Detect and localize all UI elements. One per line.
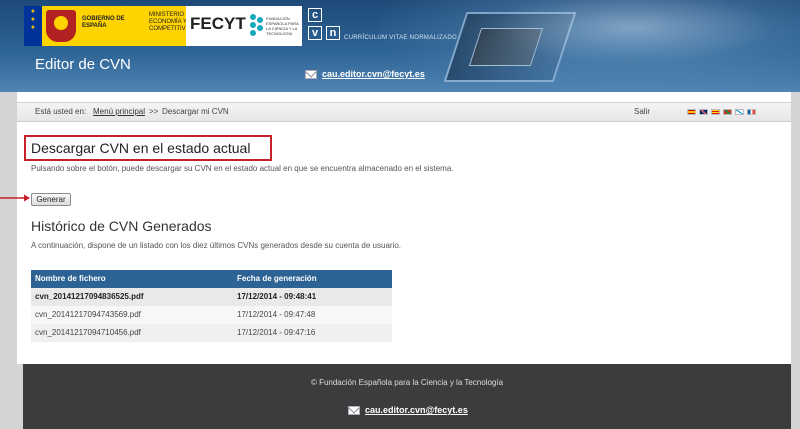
footer-email-text[interactable]: cau.editor.cvn@fecyt.es: [365, 405, 468, 415]
table-row[interactable]: cvn_20141217094836525.pdf 17/12/2014 - 0…: [31, 288, 392, 306]
processor-chip-graphic: [443, 12, 577, 82]
header-contact-link[interactable]: cau.editor.cvn@fecyt.es: [305, 69, 425, 79]
annotation-arrow-icon: [0, 194, 30, 202]
column-header-file: Nombre de fichero: [35, 274, 106, 283]
mail-icon: [348, 405, 360, 415]
date-cell: 17/12/2014 - 09:48:41: [237, 292, 317, 301]
download-section-title: Descargar CVN en el estado actual: [31, 140, 251, 156]
fecyt-subtitle: FUNDACIÓN ESPAÑOLA PARA LA CIENCIA Y LA …: [266, 16, 299, 36]
footer-contact-link[interactable]: cau.editor.cvn@fecyt.es: [348, 405, 468, 415]
table-header: Nombre de fichero Fecha de generación: [31, 270, 392, 288]
main-content: Está usted en: Menú principal >> Descarg…: [17, 92, 791, 364]
table-row[interactable]: cvn_20141217094710456.pdf 17/12/2014 - 0…: [31, 324, 392, 342]
coat-of-arms-icon: [46, 10, 76, 42]
download-description: Pulsando sobre el botón, puede descargar…: [31, 164, 454, 173]
eu-flag-icon[interactable]: [723, 109, 732, 115]
history-description: A continuación, dispone de un listado co…: [31, 241, 402, 250]
file-name-cell[interactable]: cvn_20141217094743569.pdf: [31, 306, 237, 324]
gobierno-text: GOBIERNO DE ESPAÑA: [82, 16, 125, 29]
file-name-cell[interactable]: cvn_20141217094710456.pdf: [31, 324, 237, 342]
table-row[interactable]: cvn_20141217094743569.pdf 17/12/2014 - 0…: [31, 306, 392, 324]
date-cell: 17/12/2014 - 09:47:16: [237, 328, 316, 337]
header-email-text[interactable]: cau.editor.cvn@fecyt.es: [322, 69, 425, 79]
generar-button[interactable]: Generar: [31, 193, 71, 206]
history-table: Nombre de fichero Fecha de generación cv…: [31, 270, 392, 342]
breadcrumb-separator: >>: [149, 107, 159, 116]
ca-flag-icon[interactable]: [711, 109, 720, 115]
eu-flag-icon: ★ ★ ★: [24, 6, 42, 46]
language-selector: [687, 109, 756, 115]
mail-icon: [305, 69, 317, 79]
fecyt-logo: FECYT: [190, 14, 246, 33]
fecyt-dots-icon: [250, 14, 264, 36]
date-cell: 17/12/2014 - 09:47:48: [237, 310, 316, 319]
footer: © Fundación Española para la Ciencia y l…: [23, 364, 791, 429]
es-flag-icon[interactable]: [687, 109, 696, 115]
breadcrumb-link-menu-principal[interactable]: Menú principal: [93, 103, 145, 121]
en-flag-icon[interactable]: [699, 109, 708, 115]
cvn-caption: CURRÍCULUM VITAE NORMALIZADO: [344, 35, 457, 41]
app-title: Editor de CVN: [35, 56, 131, 73]
file-name-cell[interactable]: cvn_20141217094836525.pdf: [31, 288, 237, 306]
breadcrumb-current: Descargar mi CVN: [162, 107, 229, 116]
logout-link[interactable]: Salir: [634, 103, 650, 121]
gl-flag-icon[interactable]: [735, 109, 744, 115]
footer-copyright: © Fundación Española para la Ciencia y l…: [310, 378, 504, 387]
header-banner: ★ ★ ★ GOBIERNO DE ESPAÑA MINISTERIO DE ECO…: [0, 0, 800, 92]
column-header-date: Fecha de generación: [237, 274, 317, 283]
breadcrumb: Está usted en: Menú principal >> Descarg…: [17, 102, 791, 122]
fr-flag-icon[interactable]: [747, 109, 756, 115]
history-title: Histórico de CVN Generados: [31, 218, 212, 234]
breadcrumb-prefix: Está usted en:: [35, 107, 87, 116]
